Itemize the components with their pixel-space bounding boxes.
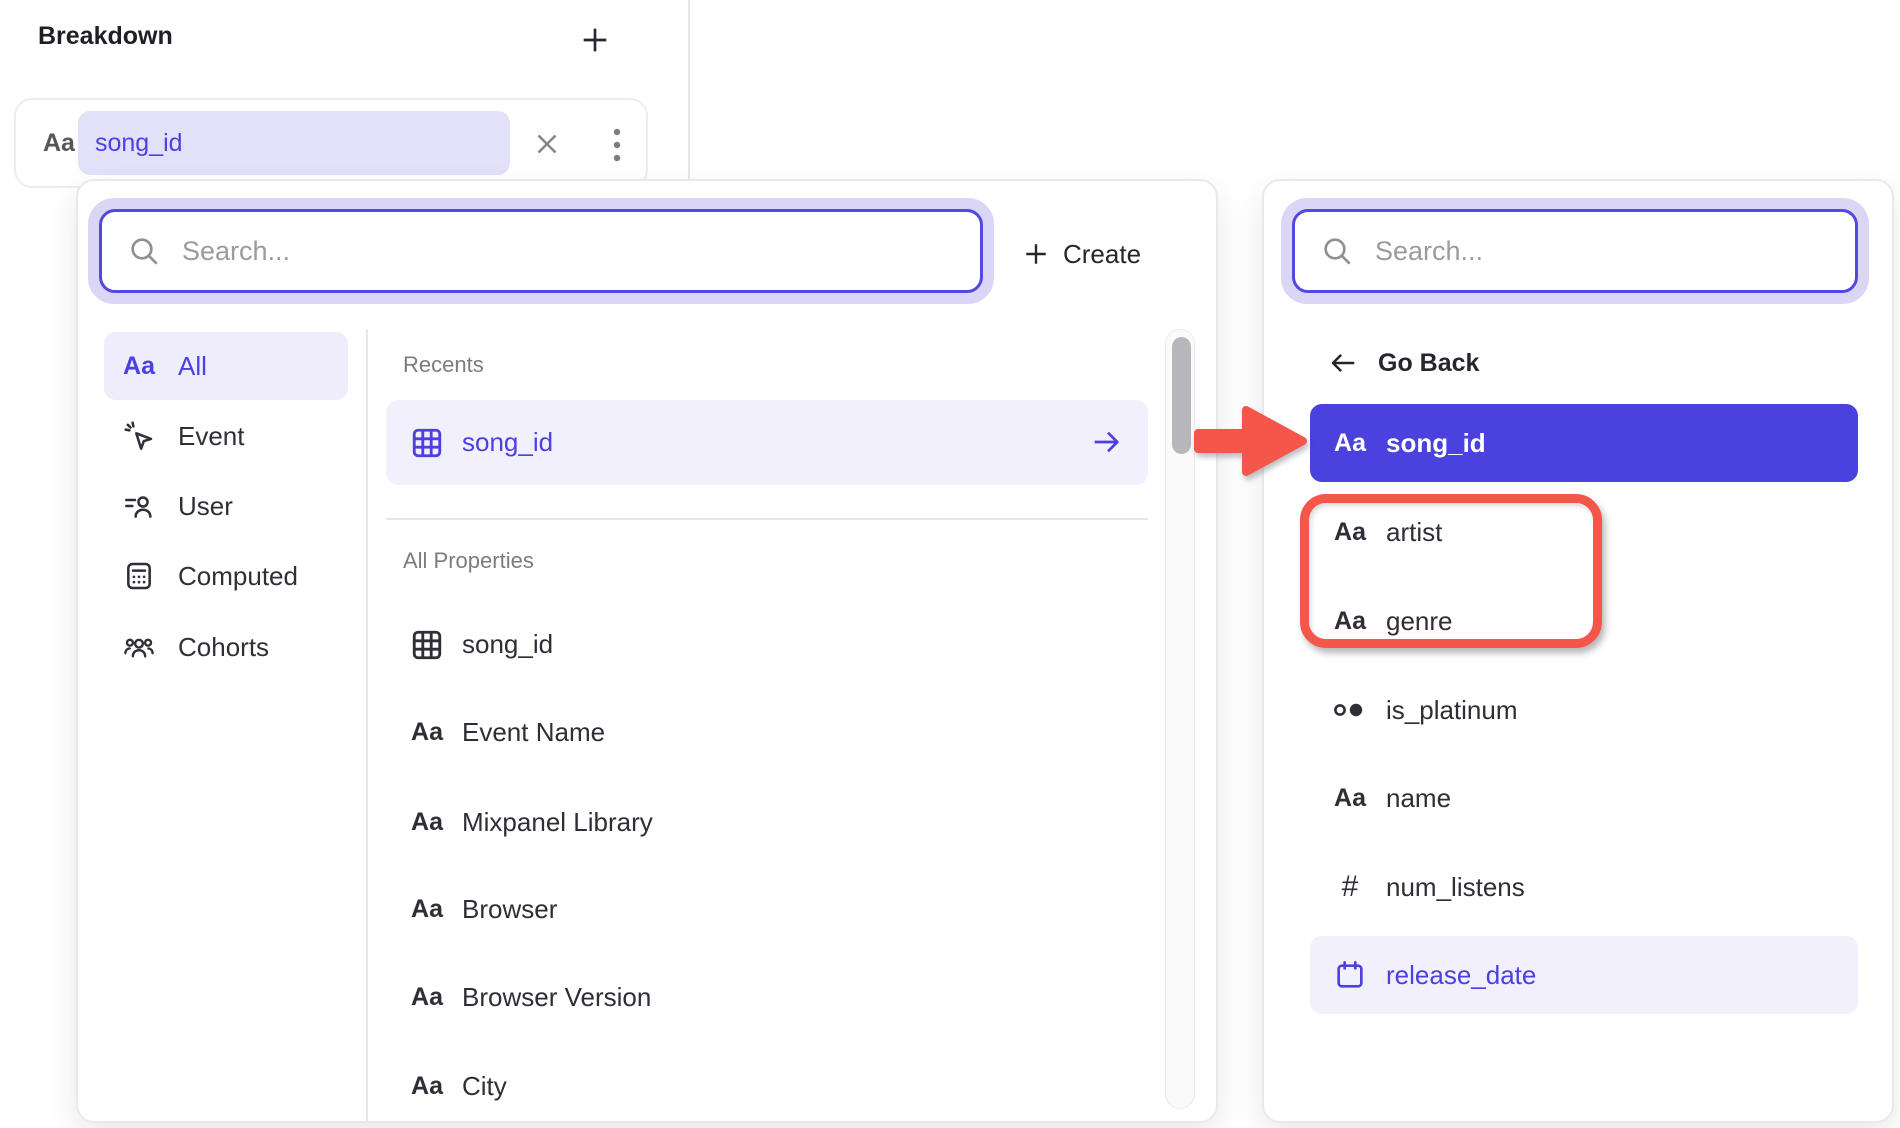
- property-label: Event Name: [462, 717, 605, 748]
- property-label: song_id: [462, 427, 553, 458]
- section-divider: [386, 518, 1148, 520]
- category-computed[interactable]: Computed: [104, 542, 348, 610]
- close-icon: [530, 127, 564, 161]
- letter-type-icon: Aa: [1334, 607, 1366, 636]
- property-mixpanel-library[interactable]: Aa Mixpanel Library: [386, 780, 1148, 865]
- property-browser-version[interactable]: Aa Browser Version: [386, 955, 1148, 1040]
- arrow-right-icon: [1090, 426, 1122, 458]
- property-label: Mixpanel Library: [462, 807, 653, 838]
- sub-property-is-platinum[interactable]: is_platinum: [1310, 671, 1858, 749]
- remove-breakdown-button[interactable]: [530, 127, 564, 161]
- sub-property-label: artist: [1386, 517, 1442, 548]
- sub-property-label: name: [1386, 783, 1451, 814]
- search-field[interactable]: [99, 209, 983, 293]
- create-property-button[interactable]: Create: [1023, 226, 1141, 282]
- letter-type-icon: Aa: [411, 983, 443, 1012]
- property-type-icon: Aa: [43, 129, 75, 158]
- category-label: All: [178, 351, 207, 382]
- boolean-icon: [1333, 698, 1367, 722]
- number-type-icon: #: [1342, 870, 1359, 904]
- letter-type-icon: Aa: [411, 895, 443, 924]
- letter-type-icon: Aa: [1334, 429, 1366, 458]
- go-back-button[interactable]: Go Back: [1328, 339, 1479, 387]
- letter-type-icon: Aa: [411, 808, 443, 837]
- grid-icon: [409, 627, 445, 663]
- search-icon: [128, 235, 160, 267]
- chip-property-label: song_id: [95, 129, 183, 158]
- category-label: Computed: [178, 561, 298, 592]
- letter-type-icon: Aa: [123, 352, 155, 381]
- plus-icon: [579, 24, 611, 56]
- category-label: Event: [178, 421, 245, 452]
- calculator-icon: [123, 560, 155, 592]
- section-divider: [688, 0, 690, 179]
- search-field[interactable]: [1292, 209, 1858, 293]
- property-song-id[interactable]: song_id: [386, 602, 1148, 687]
- people-icon: [123, 631, 155, 663]
- create-label: Create: [1063, 239, 1141, 270]
- sub-property-genre[interactable]: Aa genre: [1310, 582, 1858, 660]
- chip-property-pill[interactable]: song_id: [78, 111, 510, 175]
- add-breakdown-button[interactable]: [575, 20, 615, 60]
- letter-type-icon: Aa: [1334, 784, 1366, 813]
- letter-type-icon: Aa: [1334, 518, 1366, 547]
- category-label: User: [178, 491, 233, 522]
- property-label: song_id: [462, 629, 553, 660]
- sub-property-song-id[interactable]: Aa song_id: [1310, 404, 1858, 482]
- calendar-icon: [1334, 959, 1366, 991]
- property-browser[interactable]: Aa Browser: [386, 867, 1148, 952]
- go-back-label: Go Back: [1378, 349, 1479, 378]
- recents-header: Recents: [403, 352, 484, 378]
- category-cohorts[interactable]: Cohorts: [104, 613, 348, 681]
- kebab-icon: [613, 127, 621, 163]
- grid-icon: [409, 425, 445, 461]
- user-icon: [123, 490, 155, 522]
- scrollbar-thumb[interactable]: [1172, 337, 1191, 454]
- category-user[interactable]: User: [104, 472, 348, 540]
- search-icon: [1321, 235, 1353, 267]
- search-input[interactable]: [180, 235, 780, 268]
- letter-type-icon: Aa: [411, 1072, 443, 1101]
- recent-property-song-id[interactable]: song_id: [386, 400, 1148, 485]
- property-picker-panel: Create Aa All Event: [76, 179, 1218, 1123]
- plus-icon: [1023, 241, 1049, 267]
- list-column-divider: [366, 329, 368, 1123]
- breakdown-chip[interactable]: Aa song_id: [14, 98, 648, 188]
- sub-property-label: song_id: [1386, 428, 1486, 459]
- category-event[interactable]: Event: [104, 402, 348, 470]
- chip-menu-button[interactable]: [602, 126, 632, 164]
- category-all[interactable]: Aa All: [104, 332, 348, 400]
- letter-type-icon: Aa: [411, 718, 443, 747]
- sub-property-label: release_date: [1386, 960, 1536, 991]
- property-label: Browser: [462, 894, 557, 925]
- event-cursor-icon: [123, 420, 155, 452]
- property-label: City: [462, 1071, 507, 1102]
- sub-property-label: is_platinum: [1386, 695, 1518, 726]
- search-input[interactable]: [1373, 235, 1751, 268]
- property-event-name[interactable]: Aa Event Name: [386, 690, 1148, 775]
- property-city[interactable]: Aa City: [386, 1044, 1148, 1128]
- sub-property-release-date[interactable]: release_date: [1310, 936, 1858, 1014]
- arrow-left-icon: [1328, 348, 1358, 378]
- sub-property-name[interactable]: Aa name: [1310, 759, 1858, 837]
- sub-property-label: genre: [1386, 606, 1453, 637]
- category-label: Cohorts: [178, 632, 269, 663]
- sub-property-label: num_listens: [1386, 872, 1525, 903]
- sub-property-num-listens[interactable]: # num_listens: [1310, 848, 1858, 926]
- breakdown-title: Breakdown: [38, 22, 173, 51]
- property-label: Browser Version: [462, 982, 651, 1013]
- sub-property-panel: Go Back Aa song_id Aa artist Aa genre is…: [1262, 179, 1894, 1123]
- screen: Breakdown Aa song_id: [0, 0, 1900, 1128]
- sub-property-artist[interactable]: Aa artist: [1310, 493, 1858, 571]
- all-properties-header: All Properties: [403, 548, 534, 574]
